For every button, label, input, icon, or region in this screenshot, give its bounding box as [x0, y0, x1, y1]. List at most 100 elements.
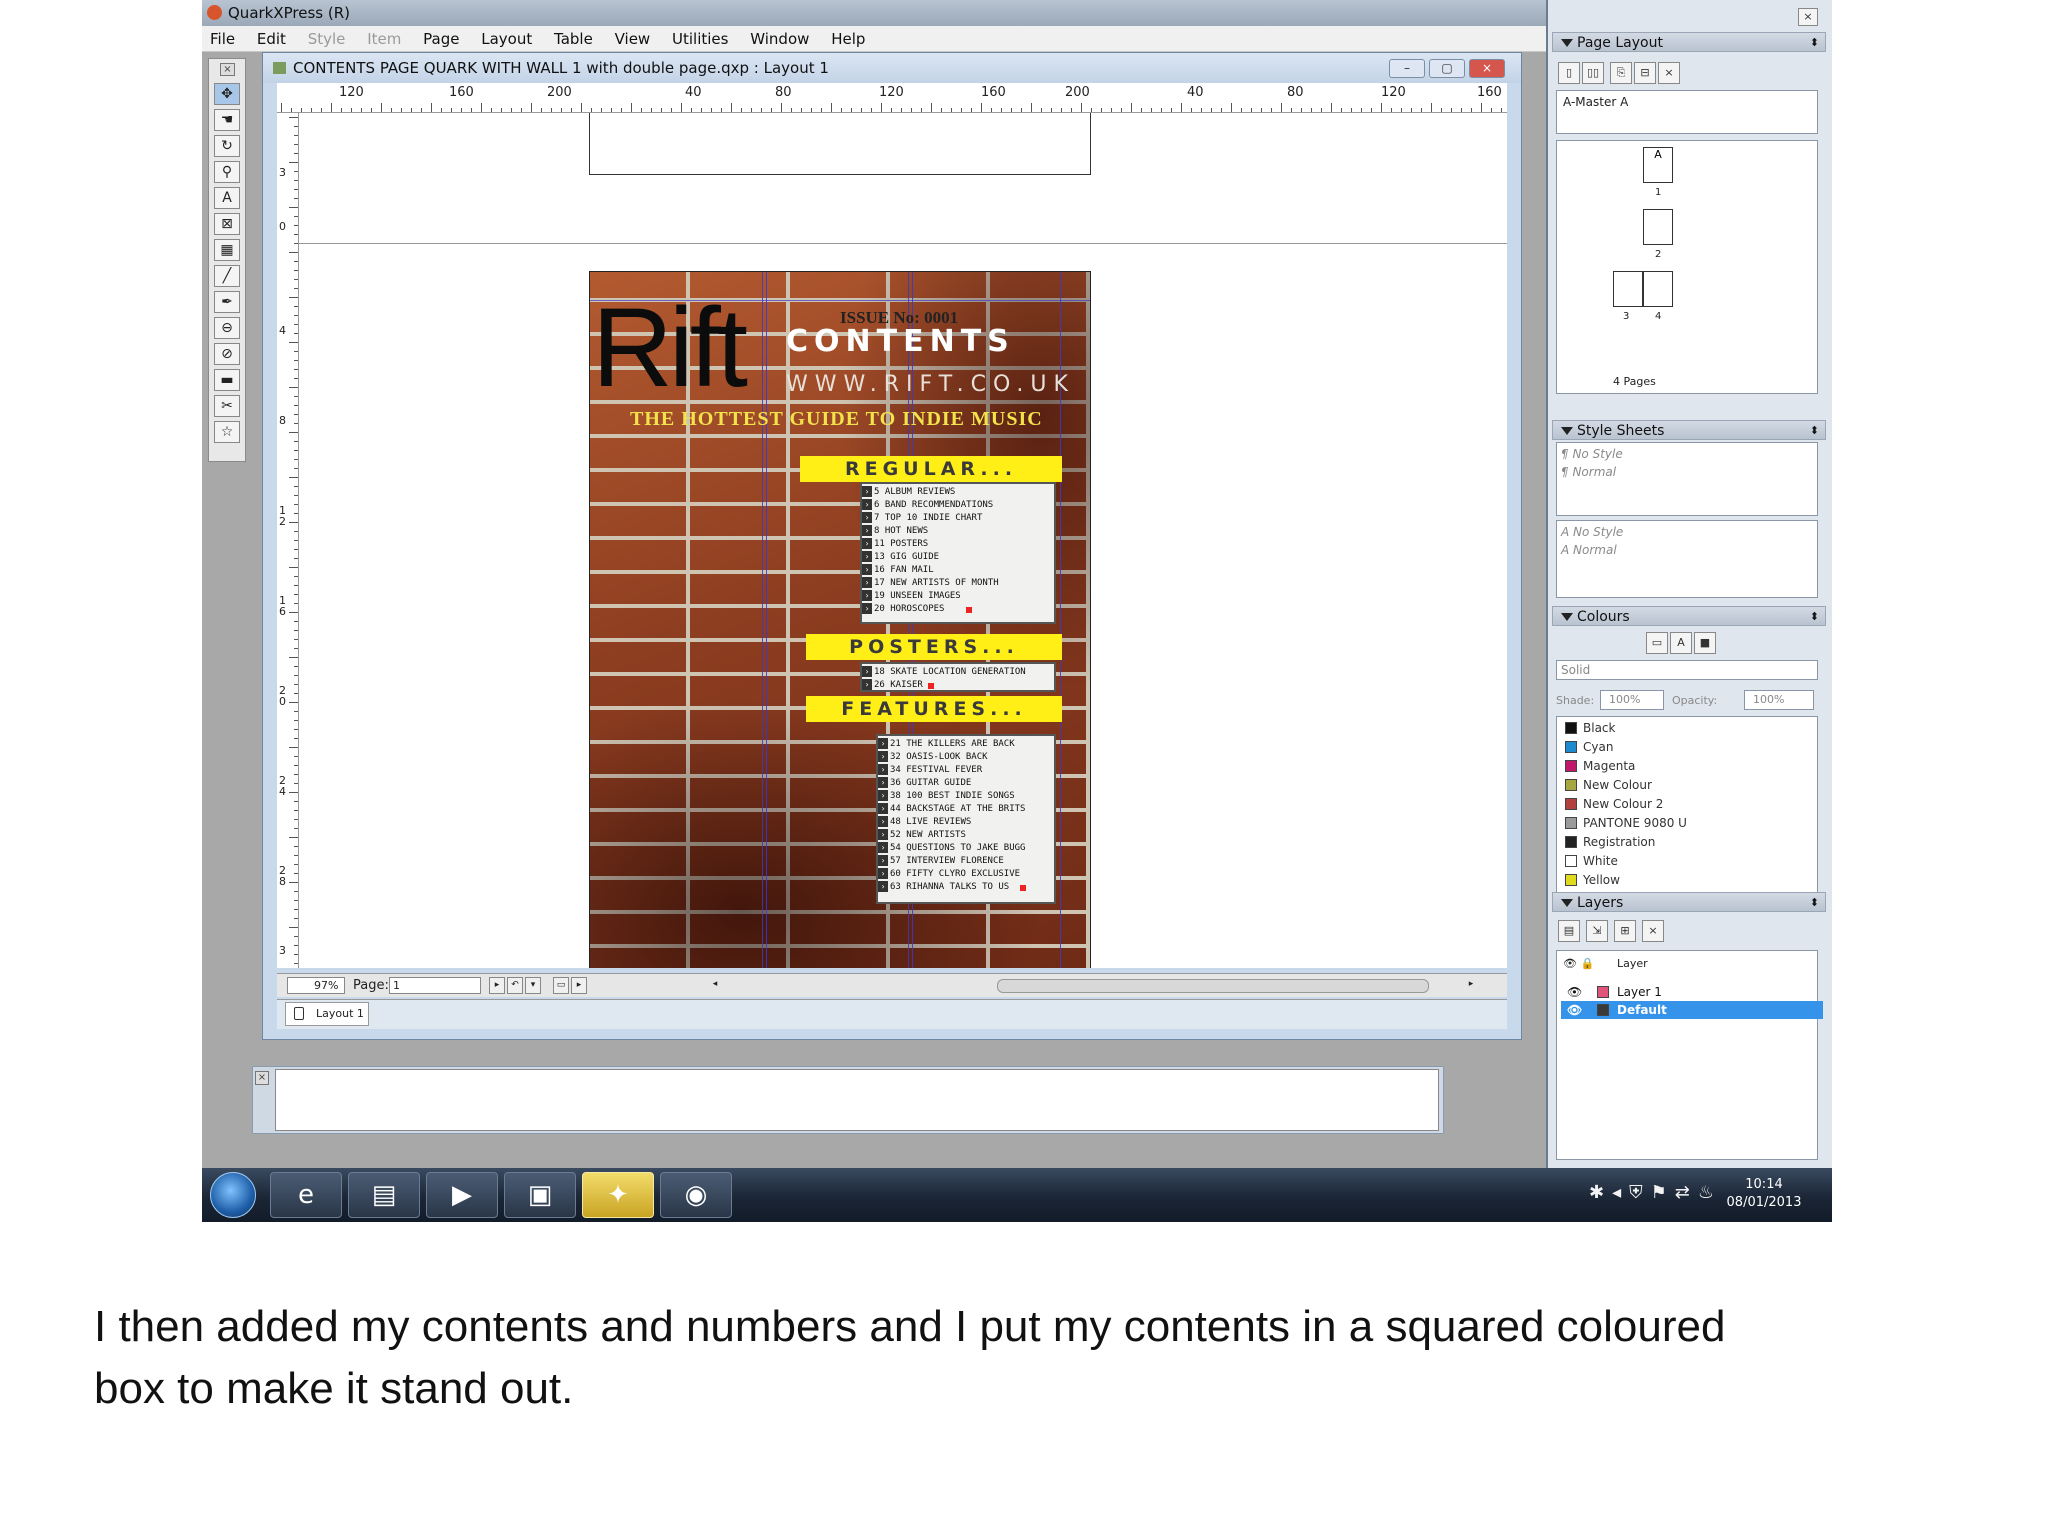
line-tool-icon[interactable]: ╱: [214, 265, 240, 287]
page-field[interactable]: 1: [389, 977, 481, 994]
system-tray-icons[interactable]: ✱◂⛨⚑⇄♨: [1589, 1182, 1722, 1203]
menu-file[interactable]: File: [210, 30, 235, 48]
collapse-triangle-icon[interactable]: [1561, 427, 1573, 435]
rotate-tool-icon[interactable]: ↻: [214, 135, 240, 157]
page-layout-header[interactable]: Page Layout ⬍: [1552, 32, 1826, 52]
minimize-button[interactable]: –: [1389, 59, 1425, 78]
close-icon[interactable]: ×: [255, 1071, 269, 1085]
magazine-contents-page[interactable]: Rift ISSUE No: 0001 CONTENTS WWW.RIFT.CO…: [589, 271, 1091, 968]
palette-menu-icon[interactable]: ⬍: [1810, 893, 1819, 913]
measurements-area[interactable]: [275, 1069, 1439, 1131]
close-icon[interactable]: ×: [1798, 8, 1818, 26]
paragraph-style-item[interactable]: ¶ Normal: [1561, 465, 1616, 479]
menu-edit[interactable]: Edit: [257, 30, 286, 48]
zoom-field[interactable]: 97%: [287, 977, 345, 994]
eye-icon[interactable]: 👁: [1567, 983, 1582, 1001]
page-thumbnail[interactable]: A: [1643, 147, 1673, 183]
composition-zone-tool-icon[interactable]: ▬: [214, 369, 240, 391]
palette-menu-icon[interactable]: ⬍: [1810, 607, 1819, 627]
colours-header[interactable]: Colours ⬍: [1552, 606, 1826, 626]
colour-item[interactable]: Registration: [1565, 833, 1655, 852]
shade-field[interactable]: 100%: [1600, 690, 1664, 710]
close-icon[interactable]: ×: [220, 63, 235, 76]
style-sheets-header[interactable]: Style Sheets ⬍: [1552, 420, 1826, 440]
page-options-icon[interactable]: ▾: [525, 977, 541, 994]
powerpoint-icon[interactable]: ▣: [504, 1172, 576, 1218]
colour-item[interactable]: PANTONE 9080 U: [1565, 814, 1687, 833]
blank-facing-page-icon[interactable]: ▯▯: [1582, 62, 1604, 84]
start-button[interactable]: [210, 1172, 256, 1218]
page-thumbnail[interactable]: [1613, 271, 1643, 307]
colour-item[interactable]: New Colour 2: [1565, 795, 1663, 814]
blank-single-page-icon[interactable]: ▯: [1558, 62, 1580, 84]
maximize-button[interactable]: ▢: [1429, 59, 1465, 78]
menu-window[interactable]: Window: [750, 30, 809, 48]
scroll-right-icon[interactable]: ▸: [1463, 977, 1479, 994]
character-style-item[interactable]: A Normal: [1561, 543, 1617, 557]
colour-item[interactable]: Cyan: [1565, 738, 1613, 757]
eye-icon[interactable]: 👁: [1567, 1001, 1582, 1019]
duplicate-master-icon[interactable]: ⎘: [1610, 62, 1632, 84]
tab-layout-1[interactable]: Layout 1: [285, 1002, 369, 1026]
new-layer-icon[interactable]: ▤: [1558, 920, 1580, 942]
menu-table[interactable]: Table: [554, 30, 593, 48]
palette-menu-icon[interactable]: ⬍: [1810, 33, 1819, 53]
pen-tool-icon[interactable]: ✒: [214, 291, 240, 313]
file-explorer-icon[interactable]: ▤: [348, 1172, 420, 1218]
delete-page-icon[interactable]: ×: [1658, 62, 1680, 84]
view-icon[interactable]: ▭: [553, 977, 569, 994]
quarkxpress-icon[interactable]: ✦: [582, 1172, 654, 1218]
vertical-ruler[interactable]: 3 0 4 8 12 16 20 24 28 3: [277, 113, 299, 968]
background-colour-icon[interactable]: ■: [1694, 632, 1716, 654]
menu-utilities[interactable]: Utilities: [672, 30, 728, 48]
chrome-icon[interactable]: ◉: [660, 1172, 732, 1218]
page-nav-icon[interactable]: ▸: [489, 977, 505, 994]
colour-item[interactable]: New Colour: [1565, 776, 1652, 795]
layer-row-layer-1[interactable]: 👁 Layer 1: [1561, 983, 1823, 1001]
paragraph-style-item[interactable]: ¶ No Style: [1561, 447, 1623, 461]
horizontal-scrollbar[interactable]: [997, 979, 1429, 993]
delete-layer-icon[interactable]: ×: [1642, 920, 1664, 942]
collapse-triangle-icon[interactable]: [1561, 613, 1573, 621]
merge-layers-icon[interactable]: ⊞: [1614, 920, 1636, 942]
linking-tool-icon[interactable]: ⊖: [214, 317, 240, 339]
text-box-tool-icon[interactable]: A: [214, 187, 240, 209]
text-colour-icon[interactable]: A: [1670, 632, 1692, 654]
colour-item[interactable]: Black: [1565, 719, 1615, 738]
horizontal-ruler[interactable]: 120 160 200 40 80 120 160 200 40 80 120 …: [277, 83, 1507, 113]
pasteboard[interactable]: Rift ISSUE No: 0001 CONTENTS WWW.RIFT.CO…: [299, 113, 1507, 968]
scissors-tool-icon[interactable]: ✂: [214, 395, 240, 417]
layers-header[interactable]: Layers ⬍: [1552, 892, 1826, 912]
table-tool-icon[interactable]: ▦: [214, 239, 240, 261]
close-window-button[interactable]: ×: [1469, 59, 1505, 78]
internet-explorer-icon[interactable]: e: [270, 1172, 342, 1218]
item-tool-icon[interactable]: ✥: [214, 83, 240, 105]
media-player-icon[interactable]: ▶: [426, 1172, 498, 1218]
menu-style[interactable]: Style: [308, 30, 346, 48]
palette-menu-icon[interactable]: ⬍: [1810, 421, 1819, 441]
collapse-triangle-icon[interactable]: [1561, 39, 1573, 47]
fill-type-select[interactable]: Solid: [1556, 660, 1818, 680]
scroll-left-icon[interactable]: ◂: [707, 977, 723, 994]
page-thumbnail[interactable]: [1643, 209, 1673, 245]
page-menu-icon[interactable]: ↶: [507, 977, 523, 994]
menu-help[interactable]: Help: [831, 30, 865, 48]
apply-master-icon[interactable]: ⊟: [1634, 62, 1656, 84]
hand-tool-icon[interactable]: ☚: [214, 109, 240, 131]
master-page-item[interactable]: A-Master A: [1563, 95, 1628, 109]
page-thumbnail[interactable]: [1643, 271, 1673, 307]
menu-item[interactable]: Item: [367, 30, 401, 48]
colour-item[interactable]: Magenta: [1565, 757, 1635, 776]
character-style-item[interactable]: A No Style: [1561, 525, 1623, 539]
layer-row-default[interactable]: 👁 Default: [1561, 1001, 1823, 1019]
zoom-tool-icon[interactable]: ⚲: [214, 161, 240, 183]
frame-colour-icon[interactable]: ▭: [1646, 632, 1668, 654]
menu-page[interactable]: Page: [423, 30, 459, 48]
colour-item[interactable]: Yellow: [1565, 871, 1620, 890]
colour-item[interactable]: White: [1565, 852, 1618, 871]
move-item-to-layer-icon[interactable]: ⇲: [1586, 920, 1608, 942]
system-clock[interactable]: 10:14 08/01/2013: [1726, 1176, 1802, 1212]
unlinking-tool-icon[interactable]: ⊘: [214, 343, 240, 365]
picture-box-tool-icon[interactable]: ⊠: [214, 213, 240, 235]
star-tool-icon[interactable]: ☆: [214, 421, 240, 443]
